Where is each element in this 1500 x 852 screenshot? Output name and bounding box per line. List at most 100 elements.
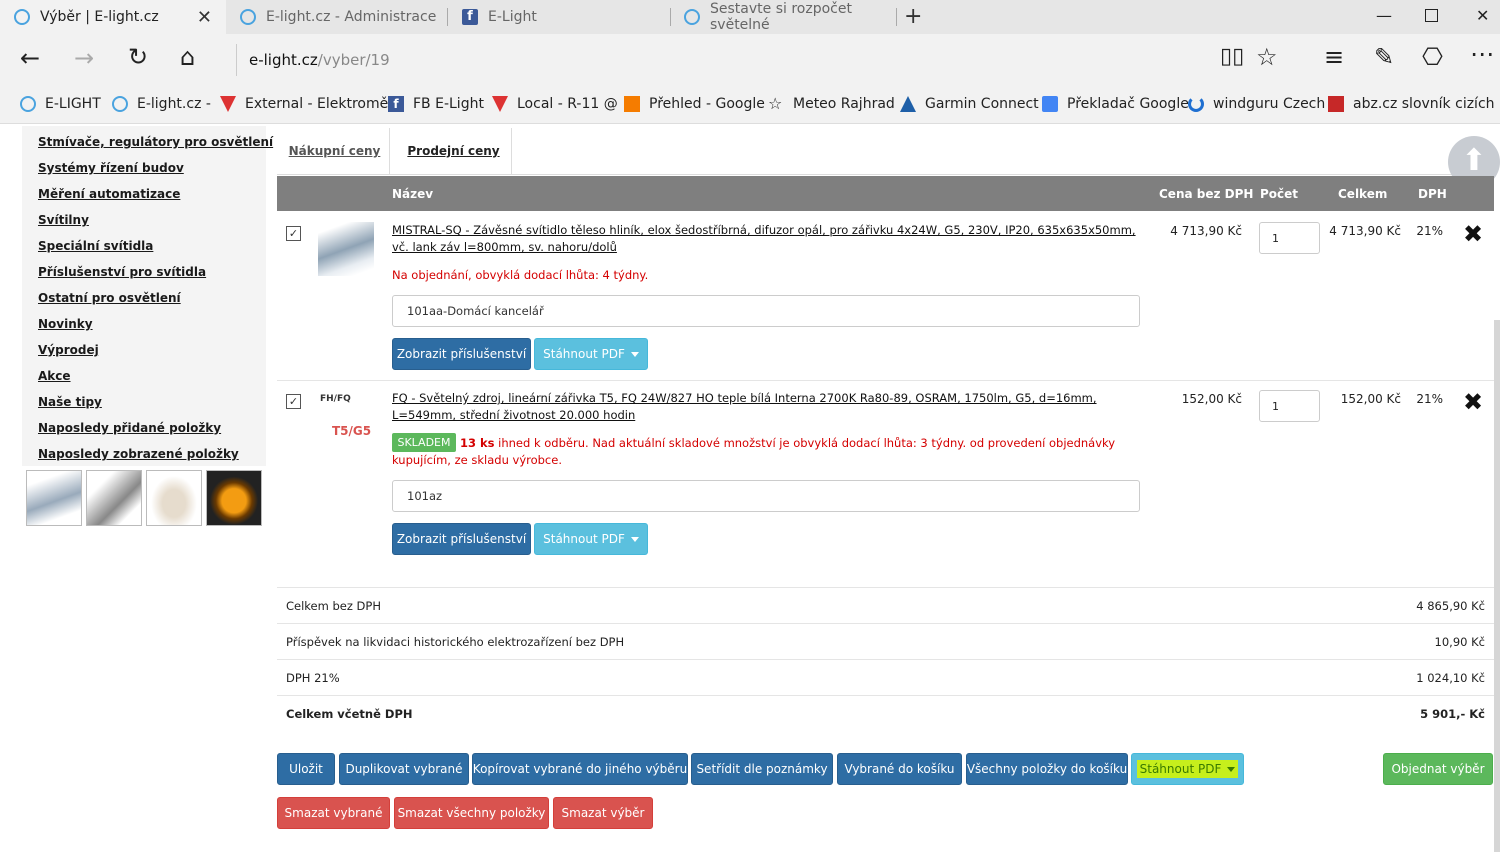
remove-item-icon[interactable]: ✖	[1463, 222, 1483, 246]
fav-label: Přehled - Google	[649, 96, 765, 112]
fav-external[interactable]: External - Elektroměr	[220, 96, 394, 112]
caret-down-icon	[630, 351, 639, 357]
tab-nakupni-ceny[interactable]: Nákupní ceny	[280, 128, 390, 174]
fav-meteo[interactable]: ☆ Meteo Rajhrad	[768, 96, 895, 113]
tab-prodejni-ceny[interactable]: Prodejní ceny	[396, 128, 512, 174]
recent-item-thumb-ceiling[interactable]	[146, 470, 202, 526]
summary-value: 5 901,- Kč	[1420, 707, 1485, 721]
sidebar-link-naposledy-zobrazene[interactable]: Naposledy zobrazené položky	[38, 447, 239, 461]
column-header-name: Název	[392, 187, 434, 201]
sidebar-link-specialni[interactable]: Speciální svítidla	[38, 239, 153, 253]
back-icon[interactable]: ←	[20, 46, 40, 70]
item-checkbox[interactable]: ✓	[286, 226, 301, 241]
close-window-icon[interactable]: ✕	[1476, 6, 1489, 25]
sidebar-link-prislusenstvi[interactable]: Příslušenství pro svítidla	[38, 265, 206, 279]
web-note-icon[interactable]: ✎	[1374, 45, 1394, 69]
fav-e-light[interactable]: E-LIGHT	[20, 96, 101, 112]
summary-label: DPH 21%	[286, 671, 340, 685]
fav-prehled-google[interactable]: Přehled - Google	[624, 96, 765, 112]
remove-item-icon[interactable]: ✖	[1463, 390, 1483, 414]
tab-sestavte[interactable]: Sestavte si rozpočet světelné	[670, 0, 896, 34]
sidebar-link-nase-tipy[interactable]: Naše tipy	[38, 395, 102, 409]
sidebar-link-vyprodej[interactable]: Výprodej	[38, 343, 99, 357]
column-header-vat: DPH	[1418, 187, 1447, 201]
duplicate-selected-button[interactable]: Duplikovat vybrané	[339, 753, 469, 785]
translate-icon	[1042, 96, 1058, 112]
fav-local[interactable]: Local - R-11 @	[492, 96, 618, 112]
summary-label: Celkem bez DPH	[286, 599, 381, 613]
share-icon[interactable]: ⎔	[1422, 45, 1443, 69]
product-name-link[interactable]: MISTRAL-SQ - Závěsné svítidlo těleso hli…	[392, 222, 1152, 256]
line-total: 152,00 Kč	[1340, 392, 1401, 406]
availability-text: Na objednání, obvyklá dodací lhůta: 4 tý…	[392, 268, 649, 282]
minimize-icon[interactable]: —	[1376, 6, 1392, 25]
show-accessories-button[interactable]: Zobrazit příslušenství	[392, 338, 531, 370]
page-scrollbar[interactable]	[1494, 320, 1500, 852]
more-icon[interactable]: ⋯	[1470, 42, 1494, 66]
sidebar-link-akce[interactable]: Akce	[38, 369, 71, 383]
fav-label: External - Elektroměr	[245, 96, 395, 112]
delete-selection-button[interactable]: Smazat výběr	[553, 797, 653, 829]
download-pdf-dropdown[interactable]: Stáhnout PDF	[1131, 753, 1244, 785]
product-name-link[interactable]: FQ - Světelný zdroj, lineární zářivka T5…	[392, 390, 1152, 424]
tab-title: E-Light	[488, 9, 537, 25]
sidebar-link-naposledy-pridane[interactable]: Naposledy přidané položky	[38, 421, 221, 435]
delete-all-items-button[interactable]: Smazat všechny položky	[394, 797, 549, 829]
quantity-input[interactable]: 1	[1259, 222, 1320, 254]
download-pdf-dropdown[interactable]: Stáhnout PDF	[534, 338, 648, 370]
item-note-input[interactable]: 101az	[392, 480, 1140, 512]
tab-administrace[interactable]: E-light.cz - Administrace	[226, 0, 448, 34]
facebook-icon: f	[462, 9, 478, 25]
home-icon[interactable]: ⌂	[180, 45, 195, 69]
refresh-icon[interactable]: ↻	[128, 45, 148, 69]
close-tab-icon[interactable]: ✕	[197, 7, 212, 28]
column-header-total: Celkem	[1338, 187, 1388, 201]
quantity-input[interactable]: 1	[1259, 390, 1320, 422]
sidebar-link-systemy[interactable]: Systémy řízení budov	[38, 161, 184, 175]
delete-selected-button[interactable]: Smazat vybrané	[277, 797, 390, 829]
recent-item-thumb-profile[interactable]	[86, 470, 142, 526]
product-image	[318, 222, 374, 276]
show-accessories-button[interactable]: Zobrazit příslušenství	[392, 523, 531, 555]
site-favicon-icon	[20, 96, 36, 112]
sidebar-link-novinky[interactable]: Novinky	[38, 317, 93, 331]
all-to-cart-button[interactable]: Všechny položky do košíku	[966, 753, 1128, 785]
tab-e-light-facebook[interactable]: f E-Light	[448, 0, 670, 34]
tab-vyber[interactable]: Výběr | E-light.cz ✕	[0, 0, 226, 34]
hub-icon[interactable]: ≡	[1324, 45, 1344, 69]
sort-by-note-button[interactable]: Setřídit dle poznámky	[691, 753, 833, 785]
recent-item-thumb-panel[interactable]	[26, 470, 82, 526]
garmin-icon	[900, 96, 916, 112]
fav-abz[interactable]: abz.cz slovník cizích	[1328, 96, 1495, 112]
copy-selected-button[interactable]: Kopírovat vybrané do jiného výběru	[472, 753, 688, 785]
address-bar[interactable]: e-light.cz/vyber/19	[236, 44, 1286, 76]
save-button[interactable]: Uložit	[277, 753, 335, 785]
fav-label: FB E-Light	[413, 96, 484, 112]
fav-e-light-cz[interactable]: E-light.cz -	[112, 96, 211, 112]
order-selection-button[interactable]: Objednat výběr	[1383, 753, 1493, 785]
forward-icon[interactable]: →	[74, 46, 94, 70]
maximize-icon[interactable]	[1425, 9, 1438, 22]
fav-translate[interactable]: Překladač Google	[1042, 96, 1189, 112]
fav-label: E-LIGHT	[45, 96, 101, 112]
sidebar-link-stmivace[interactable]: Stmívače, regulátory pro osvětlení	[38, 135, 273, 149]
tab-title: E-light.cz - Administrace	[266, 9, 437, 25]
item-note-input[interactable]: 101aa-Domácí kancelář	[392, 295, 1140, 327]
fav-fb-e-light[interactable]: f FB E-Light	[388, 96, 484, 112]
sidebar-link-svitilny[interactable]: Svítilny	[38, 213, 89, 227]
site-favicon-icon	[112, 96, 128, 112]
sidebar-link-mereni[interactable]: Měření automatizace	[38, 187, 180, 201]
selected-to-cart-button[interactable]: Vybrané do košíku	[837, 753, 962, 785]
summary-label: Celkem včetně DPH	[286, 707, 413, 721]
download-pdf-dropdown[interactable]: Stáhnout PDF	[534, 523, 648, 555]
fav-windguru[interactable]: windguru Czech	[1188, 96, 1325, 112]
new-tab-button[interactable]: +	[904, 4, 922, 29]
recent-item-thumb-pumpkin[interactable]	[206, 470, 262, 526]
item-checkbox[interactable]: ✓	[286, 394, 301, 409]
sidebar-link-ostatni[interactable]: Ostatní pro osvětlení	[38, 291, 181, 305]
stock-info: 13 ks ihned k odběru. Nad aktuální sklad…	[392, 435, 1140, 469]
fav-label: Meteo Rajhrad	[793, 96, 895, 112]
fav-garmin[interactable]: Garmin Connect	[900, 96, 1039, 112]
summary-row: Příspěvek na likvidaci historického elek…	[277, 623, 1494, 659]
pdf-highlight: Stáhnout PDF	[1136, 760, 1239, 778]
